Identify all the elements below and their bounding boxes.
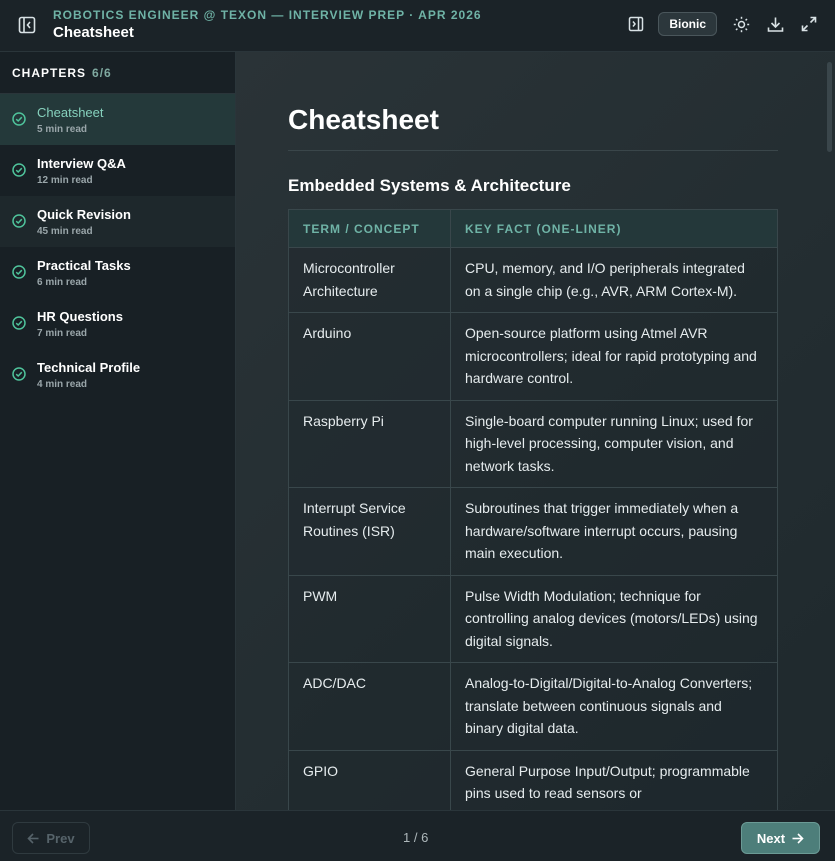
table-row: Interrupt Service Routines (ISR) Subrout… [288, 487, 778, 576]
term-cell: Microcontroller Architecture [288, 247, 451, 313]
term-cell: Arduino [288, 312, 451, 401]
chapter-item-technical-profile[interactable]: Technical Profile 4 min read [0, 349, 235, 400]
check-circle-icon [12, 163, 26, 177]
cheatsheet-table: TERM / CONCEPT KEY FACT (ONE-LINER) Micr… [288, 209, 778, 810]
chapter-item-interview-qa[interactable]: Interview Q&A 12 min read [0, 145, 235, 196]
header-title: Cheatsheet [53, 24, 134, 41]
chapter-item-hr-questions[interactable]: HR Questions 7 min read [0, 298, 235, 349]
check-circle-icon [12, 316, 26, 330]
section-title: Embedded Systems & Architecture [288, 176, 571, 195]
chapters-count: 6/6 [92, 66, 112, 80]
chapter-title: Interview Q&A [37, 156, 126, 171]
page-title: Cheatsheet [288, 104, 439, 135]
fact-cell: Pulse Width Modulation; technique for co… [450, 574, 778, 663]
table-row: Microcontroller Architecture CPU, memory… [288, 247, 778, 313]
chapter-title: Cheatsheet [37, 105, 104, 120]
term-cell: PWM [288, 574, 451, 663]
toolbar: Bionic [624, 12, 821, 36]
arrow-left-icon [27, 832, 39, 844]
check-circle-icon [12, 265, 26, 279]
column-header-fact: KEY FACT (ONE-LINER) [450, 209, 778, 248]
chapter-read-time: 4 min read [37, 379, 88, 390]
prev-label: Prev [46, 830, 75, 846]
footer-nav: Prev 1 / 6 Next [0, 810, 835, 861]
table-row: Raspberry Pi Single-board computer runni… [288, 399, 778, 488]
panel-toggle-icon[interactable] [624, 12, 648, 36]
chapter-title: Practical Tasks [37, 258, 131, 273]
table-row: ADC/DAC Analog-to-Digital/Digital-to-Ana… [288, 662, 778, 751]
table-row: PWM Pulse Width Modulation; technique fo… [288, 574, 778, 663]
chapter-read-time: 6 min read [37, 277, 88, 288]
chapter-item-quick-revision[interactable]: Quick Revision 45 min read [0, 196, 235, 247]
bionic-button[interactable]: Bionic [658, 12, 717, 36]
download-icon[interactable] [763, 12, 787, 36]
chapter-title: Quick Revision [37, 207, 131, 222]
chapters-heading: CHAPTERS 6/6 [0, 52, 235, 94]
page-indicator: 1 / 6 [403, 830, 429, 845]
top-bar: ROBOTICS ENGINEER @ TEXON — INTERVIEW PR… [0, 0, 835, 52]
fact-cell: Analog-to-Digital/Digital-to-Analog Conv… [450, 662, 778, 751]
prev-button[interactable]: Prev [12, 822, 90, 854]
chapters-sidebar: CHAPTERS 6/6 Cheatsheet 5 min read Interv… [0, 52, 236, 810]
content-scrollbar[interactable] [827, 62, 832, 152]
fact-cell: General Purpose Input/Output; programmab… [450, 749, 778, 810]
chapter-title: HR Questions [37, 309, 123, 324]
fact-cell: CPU, memory, and I/O peripherals integra… [450, 247, 778, 313]
header-subtitle: ROBOTICS ENGINEER @ TEXON — INTERVIEW PR… [53, 8, 482, 22]
term-cell: ADC/DAC [288, 662, 451, 751]
check-circle-icon [12, 112, 26, 126]
next-button[interactable]: Next [741, 822, 820, 854]
chapter-read-time: 12 min read [37, 175, 93, 186]
fact-cell: Open-source platform using Atmel AVR mic… [450, 312, 778, 401]
fact-cell: Subroutines that trigger immediately whe… [450, 487, 778, 576]
chapters-heading-label: CHAPTERS [12, 66, 87, 80]
header-text: ROBOTICS ENGINEER @ TEXON — INTERVIEW PR… [53, 8, 482, 41]
chapter-item-practical-tasks[interactable]: Practical Tasks 6 min read [0, 247, 235, 298]
chapter-read-time: 7 min read [37, 328, 88, 339]
sun-icon[interactable] [729, 12, 753, 36]
term-cell: Interrupt Service Routines (ISR) [288, 487, 451, 576]
chapter-title: Technical Profile [37, 360, 141, 375]
content-area: Cheatsheet Embedded Systems & Architectu… [236, 52, 835, 810]
fact-cell: Single-board computer running Linux; use… [450, 399, 778, 488]
check-circle-icon [12, 214, 26, 228]
check-circle-icon [12, 367, 26, 381]
table-row: Arduino Open-source platform using Atmel… [288, 312, 778, 401]
term-cell: Raspberry Pi [288, 399, 451, 488]
chapter-read-time: 5 min read [37, 124, 88, 135]
next-label: Next [756, 830, 786, 846]
chapter-read-time: 45 min read [37, 226, 93, 237]
arrow-right-icon [792, 832, 804, 844]
sidebar-collapse-icon[interactable] [16, 14, 38, 36]
title-divider [288, 150, 778, 151]
column-header-term: TERM / CONCEPT [288, 209, 451, 248]
chapter-item-cheatsheet[interactable]: Cheatsheet 5 min read [0, 94, 235, 145]
table-row: GPIO General Purpose Input/Output; progr… [288, 749, 778, 810]
fullscreen-icon[interactable] [797, 12, 821, 36]
term-cell: GPIO [288, 749, 451, 810]
table-header-row: TERM / CONCEPT KEY FACT (ONE-LINER) [288, 209, 778, 248]
